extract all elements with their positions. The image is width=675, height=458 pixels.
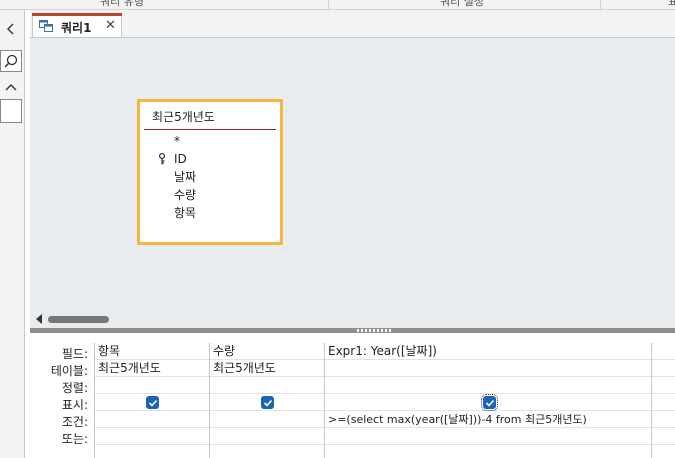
navigation-pane	[0, 10, 25, 458]
check-icon	[148, 399, 157, 407]
grid-column-4[interactable]	[651, 343, 675, 458]
grid-column-3[interactable]: Expr1: Year([날짜]) >=(select max(year([날짜…	[324, 343, 651, 458]
scroll-left-icon[interactable]	[36, 314, 42, 324]
ribbon-group-query-setup: 쿼리 설정	[440, 0, 484, 8]
row-label-table: 테이블:	[50, 364, 88, 378]
row-label-field: 필드:	[61, 347, 88, 361]
grid-table-cell[interactable]	[652, 360, 675, 377]
query-design-surface[interactable]: 최근5개년도 * ID 날짜 수량 항목	[30, 38, 675, 310]
grid-criteria-cell[interactable]	[652, 411, 675, 428]
table-field-list[interactable]: 최근5개년도 * ID 날짜 수량 항목	[137, 99, 283, 245]
grid-field-cell[interactable]	[652, 343, 675, 360]
grid-show-cell	[210, 394, 324, 411]
grid-field-cell[interactable]: 항목	[95, 343, 209, 360]
grid-or-cell[interactable]	[652, 428, 675, 445]
field-list: * ID 날짜 수량 항목	[159, 132, 196, 222]
grid-show-cell	[325, 394, 651, 411]
show-checkbox[interactable]	[146, 396, 159, 409]
field-item-category[interactable]: 항목	[174, 204, 196, 222]
grid-table-cell[interactable]	[325, 360, 651, 377]
tab-active-indicator	[32, 13, 122, 16]
grid-field-cell[interactable]: Expr1: Year([날짜])	[325, 343, 651, 360]
grid-criteria-cell[interactable]: >=(select max(year([날짜]))-4 from 최근5개년도)	[325, 411, 651, 428]
navigation-item[interactable]	[0, 99, 22, 123]
grid-row-headers: 필드: 테이블: 정렬: 표시: 조건: 또는:	[30, 346, 92, 448]
grid-column-2[interactable]: 수량 최근5개년도	[209, 343, 324, 458]
grid-field-cell[interactable]: 수량	[210, 343, 324, 360]
query-icon	[39, 20, 53, 32]
key-icon	[159, 153, 165, 165]
chevron-up-icon[interactable]	[0, 76, 22, 98]
tab-label: 쿼리1	[61, 21, 92, 35]
splitter-grip[interactable]	[357, 329, 393, 332]
grid-show-cell	[95, 394, 209, 411]
check-icon	[485, 399, 494, 407]
ribbon-group-query-type: 쿼리 유형	[100, 0, 144, 8]
grid-or-cell[interactable]	[95, 428, 209, 445]
grid-sort-cell[interactable]	[210, 377, 324, 394]
query-design-grid: 필드: 테이블: 정렬: 표시: 조건: 또는: 항목 최근5개년도 수량 최근…	[30, 333, 675, 458]
row-label-show: 표시:	[61, 398, 88, 412]
grid-sort-cell[interactable]	[325, 377, 651, 394]
check-icon	[263, 399, 272, 407]
grid-criteria-cell[interactable]	[95, 411, 209, 428]
grid-column-1[interactable]: 항목 최근5개년도	[94, 343, 209, 458]
grid-table-cell[interactable]: 최근5개년도	[95, 360, 209, 377]
ribbon-separator	[328, 0, 329, 9]
field-item-date[interactable]: 날짜	[174, 168, 196, 186]
close-icon[interactable]: ✕	[105, 18, 116, 33]
field-item-all[interactable]: *	[174, 132, 196, 150]
show-checkbox[interactable]	[261, 396, 274, 409]
ribbon-group-strip: 쿼리 유형 쿼리 설정 표	[0, 0, 675, 10]
horizontal-scrollbar[interactable]	[30, 310, 675, 328]
grid-criteria-cell[interactable]	[210, 411, 324, 428]
grid-or-cell[interactable]	[325, 428, 651, 445]
table-title: 최근5개년도	[152, 110, 215, 124]
document-tab-strip: 쿼리1 ✕	[30, 10, 675, 38]
field-item-id[interactable]: ID	[159, 150, 196, 168]
scrollbar-thumb[interactable]	[48, 316, 109, 323]
show-checkbox[interactable]	[481, 394, 498, 411]
grid-or-cell[interactable]	[210, 428, 324, 445]
row-label-criteria: 조건:	[61, 415, 88, 429]
field-item-quantity[interactable]: 수량	[174, 186, 196, 204]
grid-sort-cell[interactable]	[652, 377, 675, 394]
grid-show-cell[interactable]	[652, 394, 675, 411]
chevron-left-icon[interactable]	[0, 18, 22, 40]
grid-table-cell[interactable]: 최근5개년도	[210, 360, 324, 377]
grid-sort-cell[interactable]	[95, 377, 209, 394]
row-label-or: 또는:	[61, 432, 88, 446]
search-icon[interactable]	[0, 50, 22, 72]
ribbon-separator	[600, 0, 601, 9]
row-label-sort: 정렬:	[61, 381, 88, 395]
tab-query1[interactable]: 쿼리1 ✕	[32, 13, 122, 37]
ribbon-group-table: 표	[668, 0, 675, 9]
table-title-divider	[144, 129, 276, 130]
